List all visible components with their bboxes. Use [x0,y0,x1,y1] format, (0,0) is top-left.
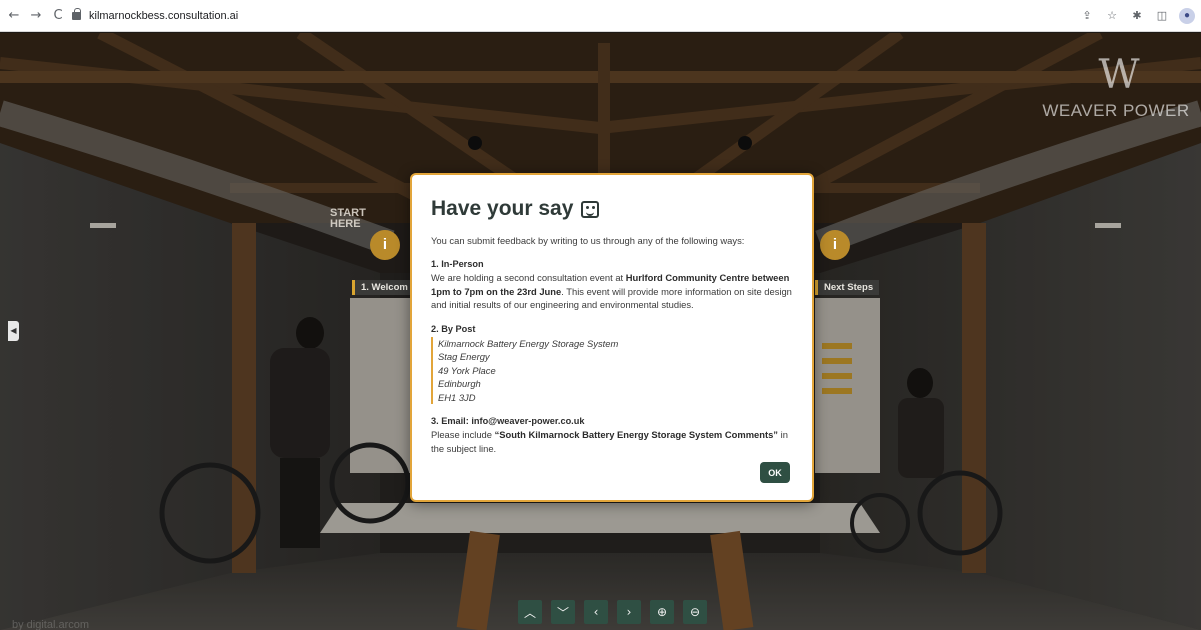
move-right-button[interactable]: › [617,600,641,624]
address-line: Edinburgh [438,378,481,390]
email-subject: “South Kilmarnock Battery Energy Storage… [494,429,778,441]
move-down-button[interactable]: ﹀ [551,600,575,624]
move-up-button[interactable]: ︿ [518,600,542,624]
have-your-say-dialog: Have your say You can submit feedback by… [410,173,814,502]
share-icon[interactable]: ⇪ [1079,8,1095,24]
profile-icon[interactable]: ● [1179,8,1195,24]
ok-button[interactable]: OK [760,462,790,483]
post-heading: 2. By Post [431,323,476,334]
address-bar[interactable]: kilmarnockbess.consultation.ai [72,6,1122,26]
watermark: by digital.arcom [12,619,90,630]
address-line: EH1 3JD [438,391,476,403]
dialog-title-row: Have your say [431,192,792,226]
url-text: kilmarnockbess.consultation.ai [89,10,239,22]
logo-text: WEAVER POWER [1042,101,1190,120]
dialog-title: Have your say [431,197,574,220]
browser-actions: ⇪ ☆ ✱ ◫ ● [1079,8,1195,24]
back-icon[interactable]: ← [6,8,22,24]
post-section: 2. By Post Kilmarnock Battery Energy Sto… [431,323,792,405]
in-person-text: We are holding a second consultation eve… [431,272,792,311]
email-section: 3. Email: info@weaver-power.co.uk Please… [431,415,792,455]
extensions-icon[interactable]: ✱ [1129,8,1145,24]
email-text: Please include “South Kilmarnock Battery… [431,429,788,454]
reload-icon[interactable]: C [50,8,66,24]
forward-icon[interactable]: → [28,8,44,24]
browser-toolbar: ← → C kilmarnockbess.consultation.ai ⇪ ☆… [0,0,1201,32]
info-hotspot-left[interactable]: i [370,230,400,260]
zoom-in-button[interactable]: ⊕ [650,600,674,624]
panel-label-next-steps: Next Steps [815,280,880,295]
zoom-out-button[interactable]: ⊖ [683,600,707,624]
in-person-heading: 1. In-Person [431,259,484,269]
weaver-power-logo: W WEAVER POWER [1031,53,1201,121]
move-left-button[interactable]: ‹ [584,600,608,624]
sidebar-toggle[interactable]: ◀ [8,321,19,341]
dialog-intro: You can submit feedback by writing to us… [431,235,745,246]
address-line: 49 York Place [438,364,496,376]
start-here-sign: START HERE [330,207,366,230]
sidepanel-icon[interactable]: ◫ [1154,8,1170,24]
navigation-controls: ︿ ﹀ ‹ › ⊕ ⊖ [518,600,707,624]
in-person-section: 1. In-Person We are holding a second con… [431,258,792,312]
panel-label-welcome: 1. Welcom [352,280,414,295]
chat-icon [581,200,600,218]
logo-mark: W [1098,52,1139,98]
address-line: Stag Energy [438,351,490,363]
address-line: Kilmarnock Battery Energy Storage System [438,338,619,350]
info-hotspot-right[interactable]: i [820,230,850,260]
email-heading: 3. Email: info@weaver-power.co.uk [431,416,585,427]
lock-icon [72,8,81,20]
star-icon[interactable]: ☆ [1104,8,1120,24]
postal-address: Kilmarnock Battery Energy Storage System… [431,337,792,405]
